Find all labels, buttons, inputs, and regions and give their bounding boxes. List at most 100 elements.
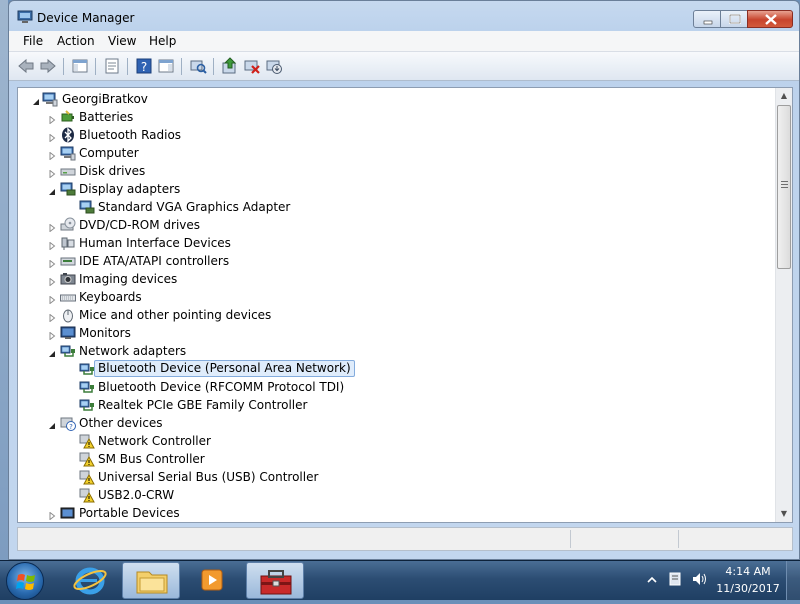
svg-text:?: ? [69,423,73,431]
scroll-up-arrow-icon[interactable]: ▲ [776,88,792,104]
toolbar-separator [95,58,96,75]
tree-category[interactable]: Network adapters [18,342,774,360]
tree-device[interactable]: Standard VGA Graphics Adapter [18,198,774,216]
tree-category[interactable]: Human Interface Devices [18,234,774,252]
action-pane-icon[interactable] [157,57,175,75]
tree-category[interactable]: Display adapters [18,180,774,198]
vertical-scrollbar[interactable]: ▲ ▼ [775,88,792,522]
expand-arrow-icon[interactable] [48,257,56,269]
expand-arrow-icon[interactable] [48,293,56,305]
warning-device-icon [79,469,95,485]
tree-category[interactable]: Computer [18,144,774,162]
scan-hardware-icon[interactable] [189,57,207,75]
device-tree[interactable]: ▲ ▼ GeorgiBratkov Batteries Bluetooth Radi… [17,87,793,523]
expand-arrow-icon[interactable] [48,329,56,341]
toolbar-separator [213,58,214,75]
status-separator [570,530,571,548]
tree-device[interactable]: Bluetooth Device (RFCOMM Protocol TDI) [18,378,774,396]
expand-arrow-icon[interactable] [48,131,56,143]
tree-category[interactable]: Batteries [18,108,774,126]
expand-arrow-icon[interactable] [48,167,56,179]
tree-device[interactable]: SM Bus Controller [18,450,774,468]
expand-arrow-icon[interactable] [48,221,56,233]
tree-device[interactable]: Bluetooth Device (Personal Area Network) [18,360,774,378]
scrollbar-grip [781,187,788,188]
collapse-arrow-icon[interactable] [32,95,40,105]
start-button[interactable] [6,562,44,600]
tree-category[interactable]: Imaging devices [18,270,774,288]
title-bar[interactable]: Device Manager [9,1,799,31]
update-driver-icon[interactable] [221,57,239,75]
help-icon[interactable]: ? [135,57,153,75]
tree-category[interactable]: Bluetooth Radios [18,126,774,144]
uninstall-device-icon[interactable] [265,57,283,75]
tree-node-label: Imaging devices [79,272,178,286]
tree-root-computer[interactable]: GeorgiBratkov [18,90,774,108]
show-hidden-icons-icon[interactable] [646,574,658,586]
clock-date[interactable]: 11/30/2017 [712,582,784,595]
tree-node-label: Mice and other pointing devices [79,308,272,322]
forward-icon[interactable] [39,57,57,75]
collapse-arrow-icon [33,99,39,105]
show-desktop-button[interactable] [786,561,800,600]
warning-device-icon [79,451,95,467]
expand-arrow-icon [49,151,56,161]
network-adapter-icon [60,343,76,359]
tree-device[interactable]: USB2.0-CRW [18,486,774,504]
taskbar-media-player[interactable] [184,562,240,599]
disable-device-icon[interactable] [243,57,261,75]
tree-category[interactable]: IDE ATA/ATAPI controllers [18,252,774,270]
tree-node-label: GeorgiBratkov [62,92,148,106]
expand-arrow-icon[interactable] [48,311,56,323]
tree-node-label: Network adapters [79,344,187,358]
expand-arrow-icon[interactable] [48,149,56,161]
tree-category[interactable]: DVD/CD-ROM drives [18,216,774,234]
expand-arrow-icon[interactable] [48,509,56,521]
expand-arrow-icon[interactable] [48,113,56,125]
tree-category[interactable]: ? Other devices [18,414,774,432]
collapse-arrow-icon[interactable] [48,419,56,429]
tree-device[interactable]: Network Controller [18,432,774,450]
computer-icon [42,91,58,107]
menu-action[interactable]: Action [57,34,95,48]
tree-category[interactable]: Portable Devices [18,504,774,522]
minimize-icon [703,20,713,25]
tree-category[interactable]: Monitors [18,324,774,342]
taskbar-device-manager[interactable] [246,562,304,599]
tree-node-label: Display adapters [79,182,181,196]
tree-category[interactable]: Keyboards [18,288,774,306]
tree-category[interactable]: Mice and other pointing devices [18,306,774,324]
expand-arrow-icon [49,133,56,143]
collapse-arrow-icon [49,189,55,195]
expand-arrow-icon [49,223,56,233]
scrollbar-thumb[interactable] [777,105,791,269]
scroll-down-arrow-icon[interactable]: ▼ [776,506,792,522]
display-adapter-icon [60,181,76,197]
menu-help[interactable]: Help [149,34,176,48]
back-icon[interactable] [17,57,35,75]
tree-device[interactable]: Realtek PCIe GBE Family Controller [18,396,774,414]
collapse-arrow-icon[interactable] [48,347,56,357]
menu-file[interactable]: File [23,34,43,48]
taskbar-file-explorer[interactable] [122,562,180,599]
maximize-button[interactable] [720,10,748,28]
speaker-volume-icon[interactable] [690,570,708,588]
tree-category[interactable]: Disk drives [18,162,774,180]
properties-sheet-icon[interactable] [103,57,121,75]
device-manager-toolbox-icon [260,570,292,595]
collapse-arrow-icon[interactable] [48,185,56,195]
tree-node-label: Bluetooth Device (RFCOMM Protocol TDI) [98,380,345,394]
tree-node-label: USB2.0-CRW [98,488,175,502]
expand-arrow-icon [49,313,56,323]
taskbar-internet-explorer[interactable] [62,562,118,599]
close-button[interactable] [747,10,793,28]
show-hide-console-tree-icon[interactable] [71,57,89,75]
tree-device[interactable]: Universal Serial Bus (USB) Controller [18,468,774,486]
minimize-button[interactable] [693,10,721,28]
expand-arrow-icon[interactable] [48,275,56,287]
action-center-flag-icon[interactable] [666,570,684,588]
menu-view[interactable]: View [108,34,136,48]
file-explorer-icon [136,571,168,594]
clock-time[interactable]: 4:14 AM [716,565,780,578]
expand-arrow-icon[interactable] [48,239,56,251]
